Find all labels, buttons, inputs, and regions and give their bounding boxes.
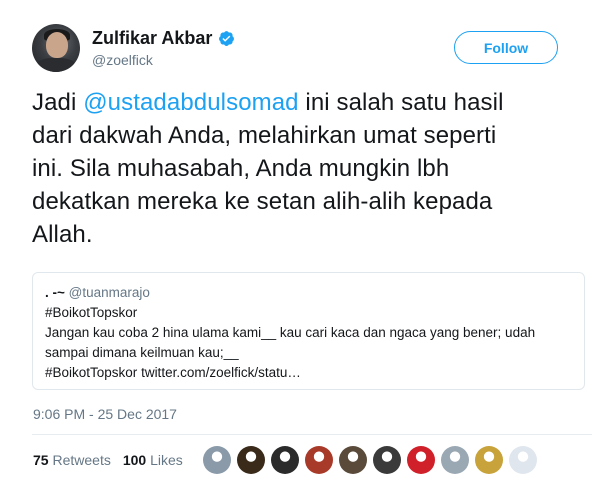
tweet-line: dekatkan mereka ke setan alih-alih kepad… (32, 188, 493, 215)
author-avatar[interactable] (32, 24, 80, 72)
tweet-line: Allah. (32, 221, 93, 248)
tweet-stats: 75 Retweets 100 Likes (33, 452, 195, 468)
quoted-tweet-line: Jangan kau coba 2 hina ulama kami__ kau … (45, 325, 536, 340)
quoted-tweet-header: . -~ @tuanmarajo (45, 283, 572, 303)
tweet-timestamp[interactable]: 9:06 PM - 25 Dec 2017 (33, 406, 177, 422)
divider (32, 434, 592, 435)
follow-button[interactable]: Follow (454, 31, 558, 64)
tweet-text-segment: Jadi (32, 89, 84, 116)
tweet-text: Jadi @ustadabdulsomad ini salah satu has… (32, 86, 592, 251)
author-handle[interactable]: @zoelfick (92, 52, 153, 68)
quoted-hashtag[interactable]: #BoikotTopskor (45, 365, 141, 380)
avatar-face (46, 32, 68, 58)
likes-label: Likes (150, 452, 183, 468)
avatar-red-white-flag-icon[interactable] (407, 446, 435, 474)
tweet-line: ini. Sila muhasabah, Anda mungkin lbh (32, 155, 450, 182)
verified-badge-icon (219, 31, 235, 46)
avatar-shoulders (36, 58, 76, 72)
quoted-tweet-line: #BoikotTopskor (45, 305, 138, 320)
avatar-dark-person-icon[interactable] (271, 446, 299, 474)
liker-avatars (203, 446, 543, 474)
quoted-author-handle: @tuanmarajo (68, 285, 150, 300)
avatar-dark-man-icon[interactable] (373, 446, 401, 474)
retweets-label: Retweets (52, 452, 111, 468)
avatar-bearded-man-icon[interactable] (339, 446, 367, 474)
avatar-gray-person-icon[interactable] (203, 446, 231, 474)
author-name-row: Zulfikar Akbar (92, 28, 235, 49)
likes-count: 100 (122, 452, 147, 468)
quoted-tweet-card[interactable]: . -~ @tuanmarajo #BoikotTopskor Jangan k… (32, 272, 585, 390)
avatar-mask-icon[interactable] (237, 446, 265, 474)
retweets-count: 75 (33, 452, 49, 468)
mention-link[interactable]: @ustadabdulsomad (83, 89, 298, 116)
tweet-text-segment: ini salah satu hasil (298, 89, 504, 116)
tweet-line: Jadi @ustadabdulsomad ini salah satu has… (32, 86, 592, 119)
tweet-line: dari dakwah Anda, melahirkan umat sepert… (32, 122, 497, 149)
avatar-default-icon[interactable] (441, 446, 469, 474)
avatar-white-figure-icon[interactable] (509, 446, 537, 474)
retweets-stat[interactable]: 75 Retweets (33, 452, 111, 468)
avatar-red-group-icon[interactable] (305, 446, 333, 474)
likes-stat[interactable]: 100 Likes (123, 452, 183, 468)
quoted-tweet-line: #BoikotTopskor twitter.com/zoelfick/stat… (45, 363, 572, 383)
quoted-tweet-line: sampai dimana keilmuan kau;__ (45, 345, 239, 360)
quoted-author-name: . -~ (45, 285, 65, 300)
quoted-status-link[interactable]: twitter.com/zoelfick/statu… (141, 365, 301, 380)
author-display-name[interactable]: Zulfikar Akbar (92, 28, 212, 49)
avatar-gold-emblem-icon[interactable] (475, 446, 503, 474)
